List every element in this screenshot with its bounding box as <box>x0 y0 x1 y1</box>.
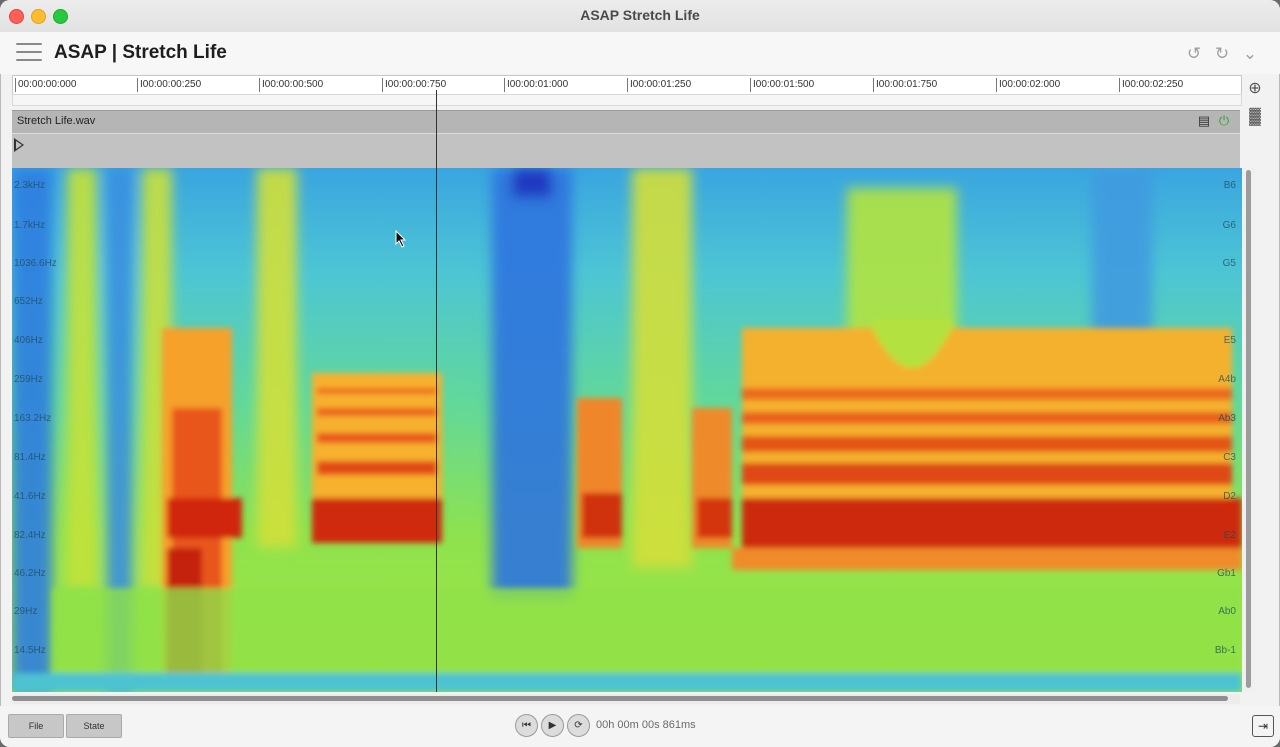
menu-icon[interactable] <box>16 43 42 63</box>
time-tick: I00:00:01:000 <box>504 78 568 92</box>
freq-label: 2.3kHz <box>14 180 46 191</box>
track-header[interactable]: Stretch Life.wav ▤ ⏻ <box>12 110 1240 133</box>
note-label: C3 <box>1223 452 1236 463</box>
note-label: B6 <box>1223 180 1236 191</box>
power-icon[interactable]: ⏻ <box>1216 113 1232 129</box>
title-bar: ASAP Stretch Life <box>0 0 1280 33</box>
freq-label: 163.2Hz <box>14 413 52 424</box>
note-label: Bb-1 <box>1214 645 1236 656</box>
freq-label: 1036.6Hz <box>14 258 57 269</box>
timecode-display: 00h 00m 00s 861ms <box>596 719 696 731</box>
file-button[interactable]: File <box>8 714 64 738</box>
time-tick: I00:00:02:000 <box>996 78 1060 92</box>
freq-label: 1.7kHz <box>14 220 46 231</box>
vertical-scroll-thumb[interactable] <box>1246 170 1251 688</box>
app-title: ASAP | Stretch Life <box>54 42 227 63</box>
note-label: Ab0 <box>1218 606 1236 617</box>
time-tick: I00:00:00:250 <box>137 78 201 92</box>
time-tick: I00:00:01:750 <box>873 78 937 92</box>
freq-label: 406Hz <box>14 335 43 346</box>
note-label: E2 <box>1223 530 1236 541</box>
track-actions: ▤ ⏻ <box>1196 113 1232 129</box>
freq-label: 29Hz <box>14 606 38 617</box>
note-label: G5 <box>1222 258 1236 269</box>
app-window: ASAP Stretch Life ASAP | Stretch Life ↺ … <box>0 0 1280 747</box>
freq-label: 259Hz <box>14 374 43 385</box>
time-tick: I00:00:01:500 <box>750 78 814 92</box>
track-name: Stretch Life.wav <box>17 115 96 127</box>
note-label: Gb1 <box>1217 568 1236 579</box>
playhead[interactable] <box>436 90 437 692</box>
freq-label: 81.4Hz <box>14 452 46 463</box>
right-toolbar: ⊕ ▓ <box>1244 78 1272 134</box>
rewind-icon[interactable]: ⏮ <box>515 714 538 737</box>
freq-label: 652Hz <box>14 296 43 307</box>
time-tick: I00:00:02:250 <box>1119 78 1183 92</box>
header-actions: ↺ ↻ ⌄ <box>1184 44 1260 64</box>
bottom-bar: File State ⏮ ▶ ⟳ 00h 00m 00s 861ms ⇥ <box>0 706 1280 747</box>
horizontal-scrollbar[interactable] <box>12 694 1240 704</box>
spectrogram-image <box>12 168 1242 692</box>
comment-icon[interactable]: ▤ <box>1196 113 1212 129</box>
horizontal-scroll-thumb[interactable] <box>12 696 1228 701</box>
note-label: E5 <box>1223 335 1236 346</box>
state-button[interactable]: State <box>66 714 122 738</box>
time-ruler-sub[interactable] <box>12 94 1242 106</box>
freq-label: 46.2Hz <box>14 568 46 579</box>
time-tick: 00:00:00:000 <box>15 78 76 92</box>
freq-label: 82.4Hz <box>14 530 46 541</box>
play-marker-inner <box>16 141 22 149</box>
track-lane[interactable] <box>12 133 1240 168</box>
time-ruler[interactable]: 00:00:00:000 I00:00:00:250 I00:00:00:500… <box>12 75 1242 95</box>
freq-label: 14.5Hz <box>14 645 46 656</box>
chart-icon[interactable]: ▓ <box>1244 106 1266 128</box>
time-tick: I00:00:01:250 <box>627 78 691 92</box>
redo-icon[interactable]: ↻ <box>1212 44 1232 64</box>
note-label: Ab3 <box>1218 413 1236 424</box>
play-icon[interactable]: ▶ <box>541 714 564 737</box>
note-label: D2 <box>1223 491 1236 502</box>
freq-label: 41.6Hz <box>14 491 46 502</box>
note-label: A4b <box>1218 374 1236 385</box>
transport-controls: ⏮ ▶ ⟳ <box>515 714 590 737</box>
window-title: ASAP Stretch Life <box>580 7 700 23</box>
app-header: ASAP | Stretch Life ↺ ↻ ⌄ <box>0 32 1280 74</box>
note-label: G6 <box>1222 220 1236 231</box>
spectrogram-view[interactable]: 2.3kHz 1.7kHz 1036.6Hz 652Hz 406Hz 259Hz… <box>12 168 1242 692</box>
loop-icon[interactable]: ⟳ <box>567 714 590 737</box>
undo-icon[interactable]: ↺ <box>1184 44 1204 64</box>
mouse-pointer-icon <box>395 230 407 248</box>
vertical-scrollbar[interactable] <box>1243 168 1255 692</box>
time-tick: I00:00:00:500 <box>259 78 323 92</box>
export-icon[interactable]: ⇥ <box>1252 715 1274 737</box>
target-icon[interactable]: ⊕ <box>1244 78 1266 100</box>
chevron-down-icon[interactable]: ⌄ <box>1240 44 1260 64</box>
